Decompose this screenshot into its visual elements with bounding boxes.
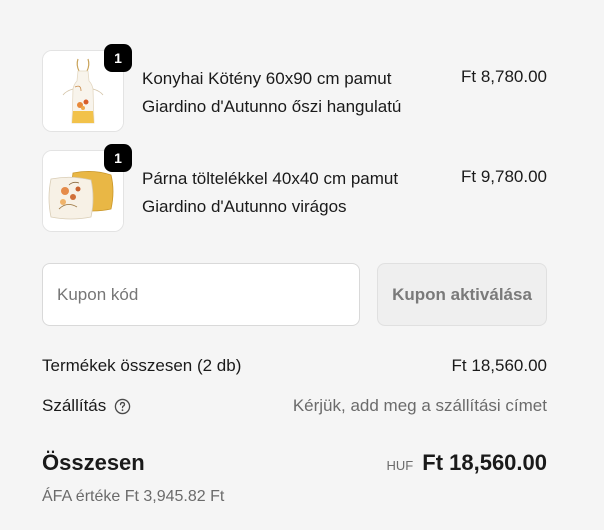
- total-amount: Ft 18,560.00: [422, 450, 547, 475]
- total-value-group: HUF Ft 18,560.00: [387, 450, 547, 476]
- product-title[interactable]: Konyhai Kötény 60x90 cm pamut Giardino d…: [142, 65, 442, 121]
- order-summary: 1 Konyhai Kötény 60x90 cm pamut Giardino…: [0, 0, 604, 530]
- product-price: Ft 8,780.00: [460, 67, 547, 86]
- product-thumbnail: 1: [42, 44, 132, 132]
- shipping-label: Szállítás: [42, 396, 107, 415]
- tax-amount: ÁFA értéke Ft 3,945.82 Ft: [42, 488, 225, 505]
- product-price: Ft 9,780.00: [460, 167, 547, 186]
- subtotal-value: Ft 18,560.00: [451, 356, 547, 375]
- currency-code: HUF: [386, 458, 414, 473]
- subtotal-row: Termékek összesen (2 db) Ft 18,560.00: [42, 356, 547, 380]
- subtotal-label: Termékek összesen (2 db): [42, 356, 242, 375]
- coupon-code-input[interactable]: [42, 263, 360, 326]
- quantity-badge: 1: [104, 44, 132, 72]
- line-item: 1 Konyhai Kötény 60x90 cm pamut Giardino…: [42, 44, 547, 132]
- product-title[interactable]: Párna töltelékkel 40x40 cm pamut Giardin…: [142, 165, 442, 221]
- line-item: 1 Párna töltelékkel 40x40 cm pamut Giard…: [42, 144, 547, 232]
- shipping-value: Kérjük, add meg a szállítási címet: [292, 396, 547, 415]
- apply-coupon-button[interactable]: Kupon aktiválása: [377, 263, 547, 326]
- product-thumbnail: 1: [42, 144, 132, 232]
- shipping-row: Szállítás Kérjük, add meg a szállítási c…: [42, 396, 547, 420]
- total-label: Összesen: [42, 450, 145, 475]
- quantity-badge: 1: [104, 144, 132, 172]
- question-circle-icon[interactable]: [114, 398, 131, 415]
